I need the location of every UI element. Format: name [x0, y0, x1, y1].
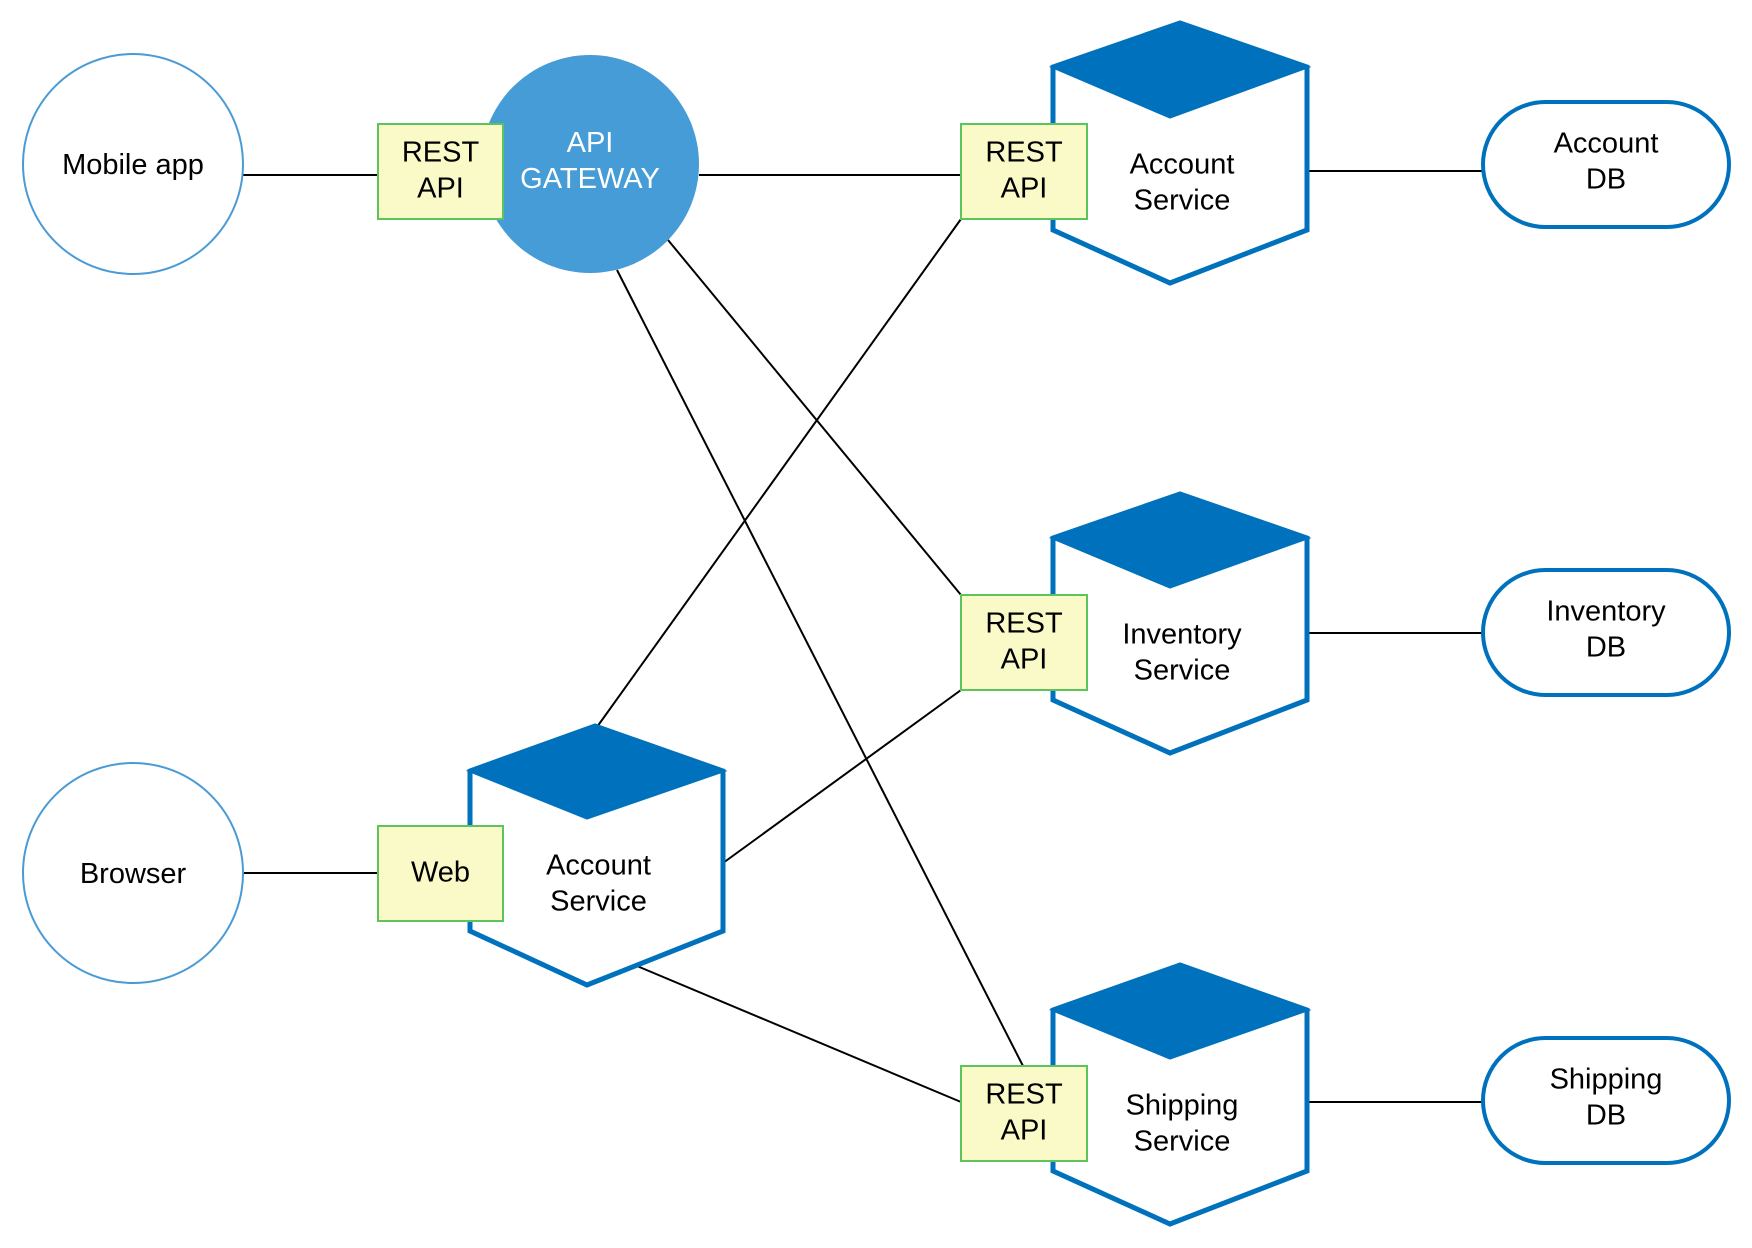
database-label-line-2: DB — [1586, 1100, 1626, 1132]
database-label-line-1: Inventory — [1546, 596, 1666, 628]
database-label-line-1: Account — [1554, 128, 1659, 160]
service-label-line-2: Service — [1134, 655, 1231, 687]
client-mobile[interactable]: Mobile app — [22, 53, 244, 275]
service-account[interactable]: Account Service — [1048, 20, 1312, 286]
database-label-line-2: DB — [1586, 632, 1626, 664]
interface-label-line-1: REST — [985, 608, 1063, 640]
database-shipping-db[interactable]: Shipping DB — [1481, 1036, 1731, 1165]
service-label-line-1: Shipping — [1126, 1090, 1239, 1122]
service-web-account[interactable]: Account Service — [465, 723, 728, 988]
interface-label-line-2: API — [1001, 644, 1048, 676]
service-label-line-1: Account — [1130, 149, 1235, 181]
client-browser[interactable]: Browser — [22, 762, 244, 984]
database-account-db[interactable]: Account DB — [1481, 100, 1731, 229]
interface-label-line-1: Web — [411, 857, 470, 889]
service-label-line-1: Inventory — [1122, 619, 1242, 651]
service-label-line-1: Account — [546, 850, 651, 882]
database-label-line-2: DB — [1586, 164, 1626, 196]
connector-gateway-to-inv-rest — [667, 239, 962, 596]
connector-web-account-to-acct-rest — [596, 218, 962, 728]
client-label: Mobile app — [62, 149, 204, 181]
interface-gw-rest[interactable]: REST API — [377, 123, 504, 220]
service-shipping[interactable]: Shipping Service — [1048, 962, 1312, 1227]
connector-web-account-to-inv-rest — [722, 689, 962, 864]
gateway-label-line-2: GATEWAY — [520, 163, 660, 195]
interface-label-line-2: API — [1001, 173, 1048, 205]
interface-label-line-1: REST — [985, 1079, 1063, 1111]
interface-inv-rest[interactable]: REST API — [960, 594, 1088, 691]
gateway-label-line-1: API — [567, 127, 614, 159]
interface-label-line-1: REST — [402, 137, 480, 169]
service-label-line-2: Service — [550, 886, 647, 918]
interface-label-line-2: API — [1001, 1115, 1048, 1147]
connector-web-account-to-ship-rest — [636, 965, 962, 1103]
interface-label-line-2: API — [417, 173, 464, 205]
service-inventory[interactable]: Inventory Service — [1048, 491, 1312, 756]
api-gateway[interactable]: API GATEWAY — [481, 55, 699, 273]
client-label: Browser — [80, 858, 187, 890]
interface-web[interactable]: Web — [377, 825, 504, 922]
interface-acct-rest[interactable]: REST API — [960, 123, 1088, 220]
nodes-layer: Mobile appBrowserAccountServiceInventory… — [22, 20, 1731, 1227]
interface-label-line-1: REST — [985, 137, 1063, 169]
architecture-diagram: Mobile appBrowserAccountServiceInventory… — [22, 20, 1731, 1227]
interface-ship-rest[interactable]: REST API — [960, 1065, 1088, 1162]
database-label-line-1: Shipping — [1550, 1064, 1663, 1096]
service-label-line-2: Service — [1134, 185, 1231, 217]
database-inventory-db[interactable]: Inventory DB — [1481, 568, 1731, 697]
service-label-line-2: Service — [1134, 1126, 1231, 1158]
